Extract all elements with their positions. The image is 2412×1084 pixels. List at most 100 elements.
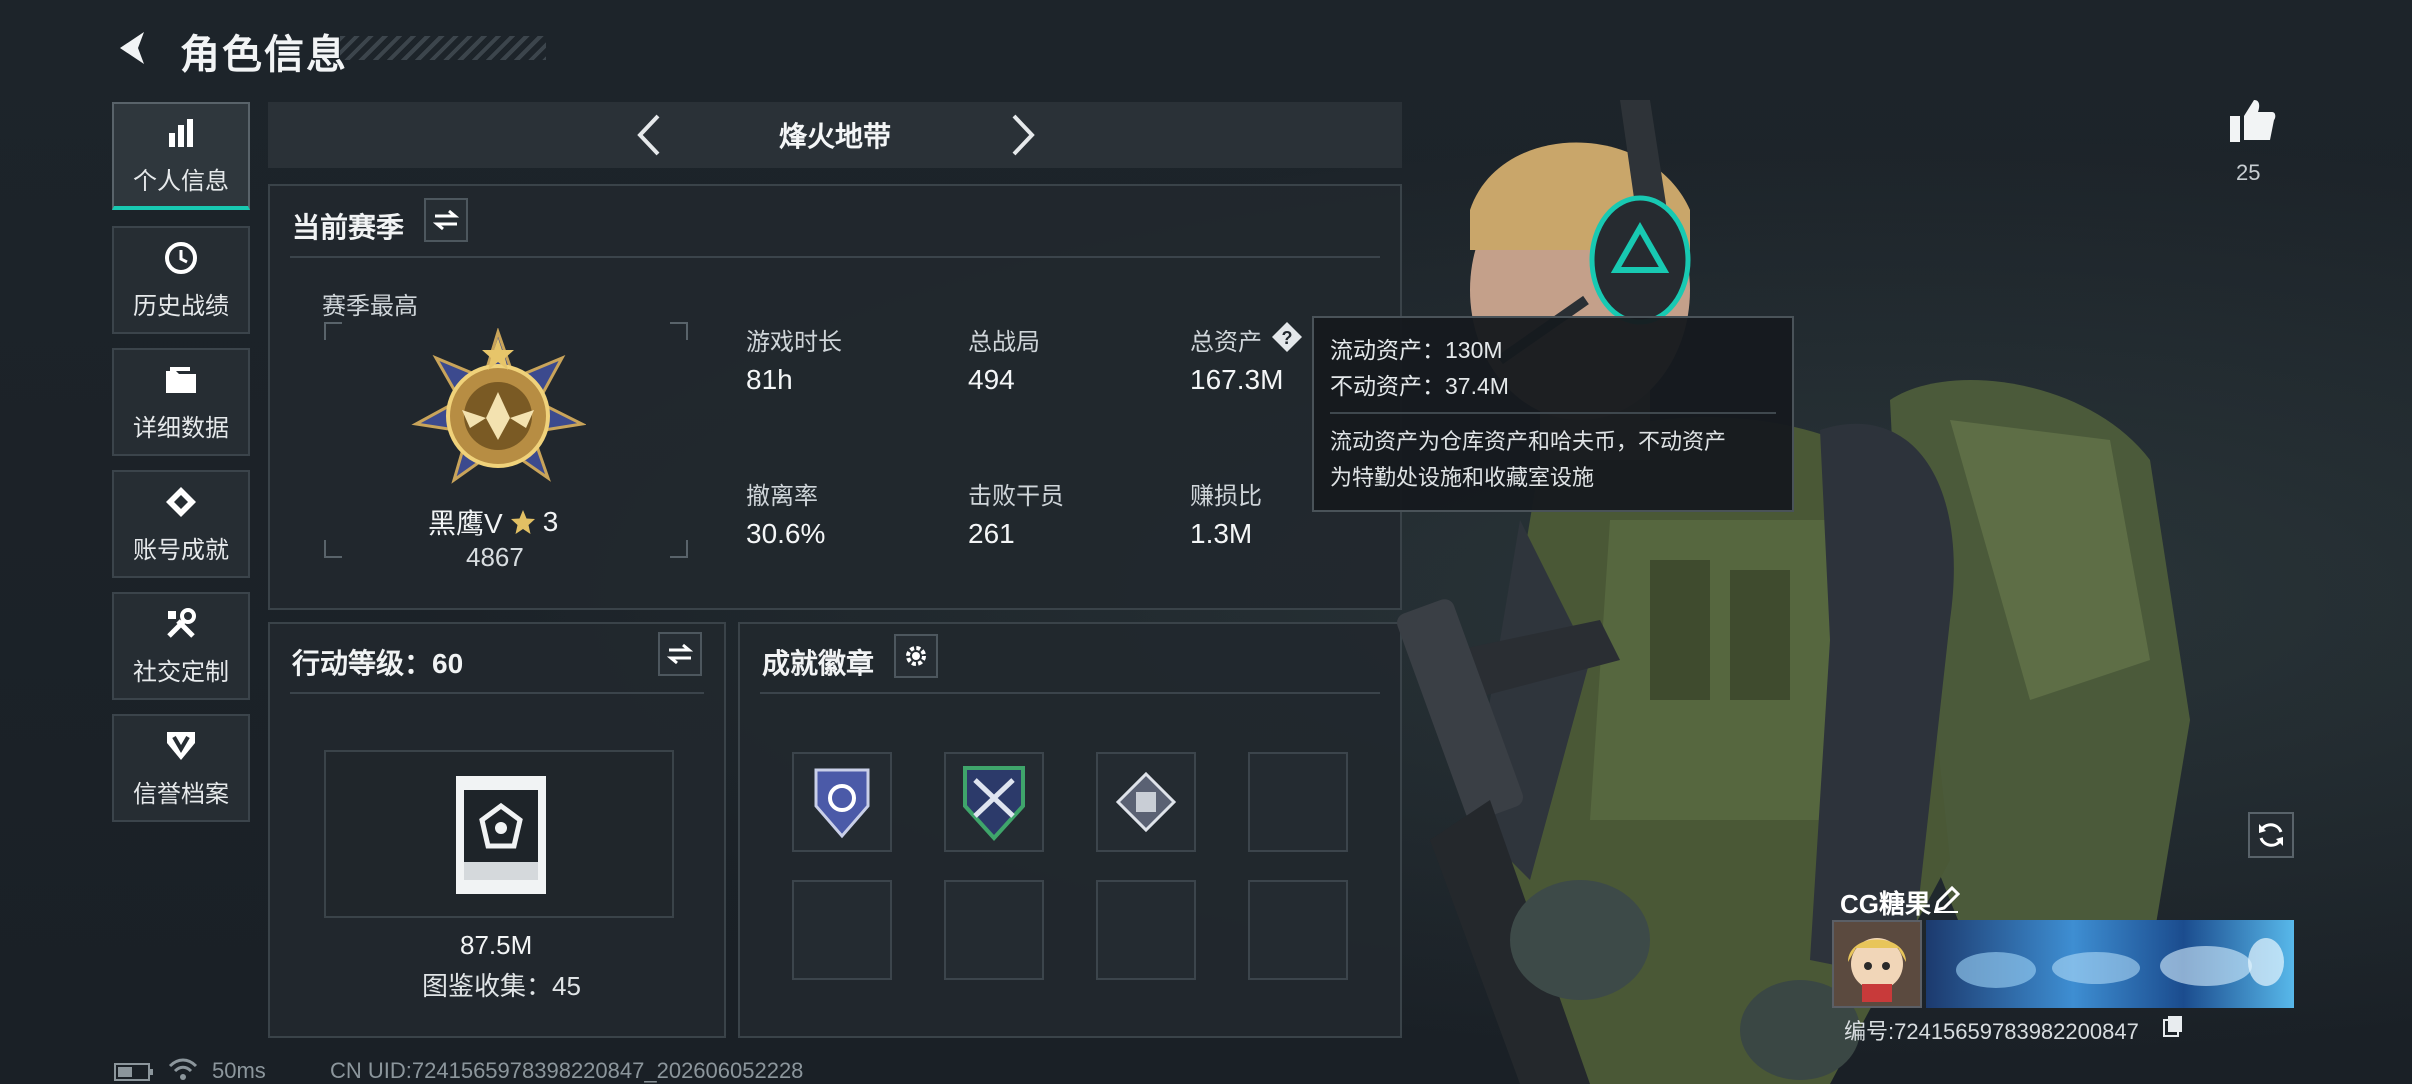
- frame-corner: [324, 322, 342, 340]
- season-panel: 当前赛季 赛季最高 黑鹰V 3 4867 游戏时长 81h 总战局 494 总资…: [268, 184, 1402, 610]
- stat-label: 总资产: [1190, 329, 1262, 356]
- bar-chart-icon: [163, 115, 199, 151]
- rank-stars: 3: [542, 506, 559, 537]
- tools-icon: [163, 606, 199, 642]
- action-level-panel: 行动等级：60 87.5M 图鉴收集：45: [268, 622, 726, 1038]
- rank-name: 黑鹰V: [428, 508, 503, 539]
- refresh-button[interactable]: [2248, 812, 2294, 858]
- asset-help-button[interactable]: ?: [1270, 320, 1304, 359]
- badge-slot-7[interactable]: [1096, 880, 1196, 980]
- frame-corner: [670, 322, 688, 340]
- help-icon: ?: [1272, 322, 1302, 352]
- badge-slot-4[interactable]: [1248, 752, 1348, 852]
- diamond-badge-icon: [1115, 771, 1177, 833]
- rank-emblem: [410, 327, 587, 498]
- stat-label: 总战局: [968, 329, 1040, 356]
- badge-slot-6[interactable]: [944, 880, 1044, 980]
- sidebar-item-social[interactable]: 社交定制: [112, 592, 250, 700]
- divider: [760, 692, 1380, 694]
- refresh-icon: [2259, 823, 2283, 847]
- thumbs-up-icon: [2230, 100, 2276, 142]
- stat-label: 赚损比: [1190, 483, 1262, 510]
- divider: [290, 256, 1380, 258]
- pencil-icon: [1933, 885, 1961, 913]
- level-value: 87.5M: [460, 930, 533, 960]
- copy-icon: [2163, 1016, 2182, 1037]
- frame-corner: [324, 540, 342, 558]
- divider: [290, 692, 704, 694]
- edit-name-button[interactable]: [1932, 885, 1961, 919]
- sidebar-item-achievements[interactable]: 账号成就: [112, 470, 250, 578]
- sidebar-item-history[interactable]: 历史战绩: [112, 226, 250, 334]
- mode-selector: 烽火地带: [268, 102, 1402, 168]
- asset-tooltip: 流动资产：130M 不动资产：37.4M 流动资产为仓库资产和哈夫币，不动资产 …: [1312, 316, 1794, 512]
- level-emblem-icon: [456, 776, 546, 894]
- back-arrow-icon: [120, 32, 144, 64]
- like-count: 25: [2236, 160, 2261, 185]
- swap-icon: [667, 643, 693, 665]
- badge-slot-2[interactable]: [944, 752, 1044, 852]
- stat-value: 81h: [746, 364, 793, 395]
- rank-score: 4867: [466, 542, 524, 572]
- stat-value: 1.3M: [1190, 518, 1253, 549]
- stat-label: 击败干员: [968, 483, 1064, 510]
- uid-text: CN UID:7241565978398220847_202606052228: [330, 1058, 804, 1083]
- chevron-left-icon: [637, 114, 660, 156]
- sidebar-item-reputation[interactable]: 信誉档案: [112, 714, 250, 822]
- rank-name-row: 黑鹰V 3: [428, 502, 558, 542]
- sidebar-item-detail-data[interactable]: 详细数据: [112, 348, 250, 456]
- chevron-right-icon: [1012, 114, 1035, 156]
- season-title: 当前赛季: [292, 212, 405, 243]
- battery-icon: [114, 1062, 154, 1084]
- sidebar-item-label: 详细数据: [133, 414, 229, 442]
- shield-badge-icon: [814, 768, 870, 839]
- page-title: 角色信息: [180, 33, 348, 77]
- stat-value: 261: [968, 518, 1015, 549]
- player-id: 编号:72415659783982200847: [1844, 1014, 2139, 1046]
- shield-badge-icon: [163, 728, 199, 764]
- sidebar-item-label: 历史战绩: [133, 292, 229, 320]
- avatar[interactable]: [1832, 920, 1922, 1008]
- mode-label: 烽火地带: [778, 121, 891, 152]
- stat-value: 494: [968, 364, 1015, 395]
- level-emblem-frame: [324, 750, 674, 918]
- badge-slot-8[interactable]: [1248, 880, 1348, 980]
- badge-slot-3[interactable]: [1096, 752, 1196, 852]
- badge-slot-1[interactable]: [792, 752, 892, 852]
- mode-next-button[interactable]: [998, 112, 1044, 158]
- achievement-title: 成就徽章: [762, 648, 875, 679]
- history-clock-icon: [163, 240, 199, 276]
- swap-icon: [433, 209, 459, 231]
- player-name: CG糖果: [1840, 889, 1932, 919]
- stat-label: 游戏时长: [746, 329, 842, 356]
- gear-icon: [906, 646, 926, 666]
- season-best-label: 赛季最高: [322, 293, 418, 320]
- star-icon: [510, 510, 535, 534]
- achievement-panel: 成就徽章: [738, 622, 1402, 1038]
- ping: 50ms: [212, 1058, 266, 1083]
- sidebar-item-personal-info[interactable]: 个人信息: [112, 102, 250, 210]
- player-id-text: 编号:7241565978398220084: [1844, 1019, 2127, 1044]
- sidebar-item-label: 社交定制: [133, 658, 229, 686]
- tooltip-divider: [1330, 412, 1776, 414]
- achievement-settings-button[interactable]: [894, 634, 938, 678]
- mode-prev-button[interactable]: [628, 112, 674, 158]
- copy-id-button[interactable]: [2162, 1014, 2184, 1043]
- collection-count: 图鉴收集：45: [422, 971, 581, 1001]
- badge-slot-5[interactable]: [792, 880, 892, 980]
- tooltip-liquid-assets: 流动资产：130M: [1330, 337, 1503, 363]
- season-switch-button[interactable]: [424, 198, 468, 242]
- back-button[interactable]: [112, 26, 156, 70]
- action-level-switch-button[interactable]: [658, 632, 702, 676]
- sidebar-item-label: 信誉档案: [133, 780, 229, 808]
- action-level-title: 行动等级：60: [292, 648, 464, 679]
- folder-icon: [163, 362, 199, 398]
- tooltip-fixed-assets: 不动资产：37.4M: [1330, 373, 1509, 399]
- profile-banner: [1926, 920, 2294, 1008]
- crossed-weapons-badge-icon: [963, 766, 1025, 841]
- tooltip-description-line-1: 流动资产为仓库资产和哈夫币，不动资产: [1330, 429, 1727, 454]
- like-button[interactable]: [2228, 98, 2276, 149]
- player-id-suffix: 7: [2126, 1019, 2139, 1044]
- stat-value: 167.3M: [1190, 364, 1284, 395]
- achievement-icon: [163, 484, 199, 520]
